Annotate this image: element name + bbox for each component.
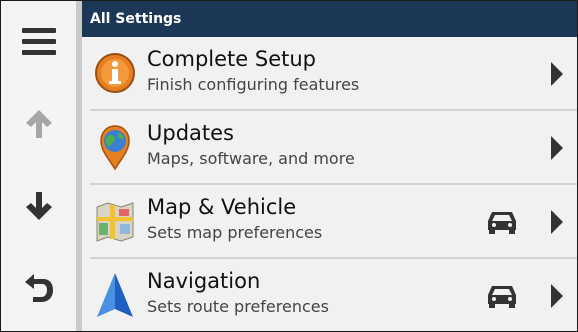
setting-item-title: Updates (147, 121, 234, 145)
setting-item-complete-setup[interactable]: Complete Setup Finish configuring featur… (82, 37, 577, 111)
chevron-right-icon (551, 284, 563, 308)
back-arrow-icon (24, 274, 53, 302)
chevron-right-icon (551, 136, 563, 160)
side-navigation (1, 1, 76, 331)
arrow-down-icon (25, 192, 52, 220)
hamburger-menu-icon (21, 28, 56, 55)
settings-list: Complete Setup Finish configuring featur… (82, 37, 577, 331)
setting-item-subtitle: Finish configuring features (147, 75, 360, 94)
setting-item-subtitle: Sets route preferences (147, 297, 329, 316)
setting-item-updates[interactable]: Updates Maps, software, and more (82, 111, 577, 185)
car-icon (488, 212, 516, 234)
scroll-down-button[interactable] (1, 165, 76, 247)
setting-item-subtitle: Maps, software, and more (147, 149, 355, 168)
setting-item-title: Map & Vehicle (147, 195, 297, 219)
setting-item-title: Navigation (147, 269, 261, 293)
setting-item-subtitle: Sets map preferences (147, 223, 323, 242)
menu-button[interactable] (1, 1, 76, 83)
scroll-up-button[interactable] (1, 83, 76, 165)
setting-item-title: Complete Setup (147, 47, 317, 71)
navigation-arrow-icon (97, 273, 133, 317)
page-title: All Settings (90, 11, 182, 27)
setting-item-navigation[interactable]: Navigation Sets route preferences (82, 259, 577, 331)
globe-pin-icon (100, 125, 130, 171)
map-icon (96, 202, 134, 242)
settings-screen: All Settings Complete Setup Finish confi… (0, 0, 578, 332)
page-header: All Settings (82, 1, 577, 37)
car-icon (488, 286, 516, 308)
back-button[interactable] (1, 247, 76, 329)
arrow-up-icon (25, 110, 52, 138)
info-icon (95, 53, 135, 93)
chevron-right-icon (551, 210, 563, 234)
chevron-right-icon (551, 62, 563, 86)
setting-item-map-vehicle[interactable]: Map & Vehicle Sets map preferences (82, 185, 577, 259)
